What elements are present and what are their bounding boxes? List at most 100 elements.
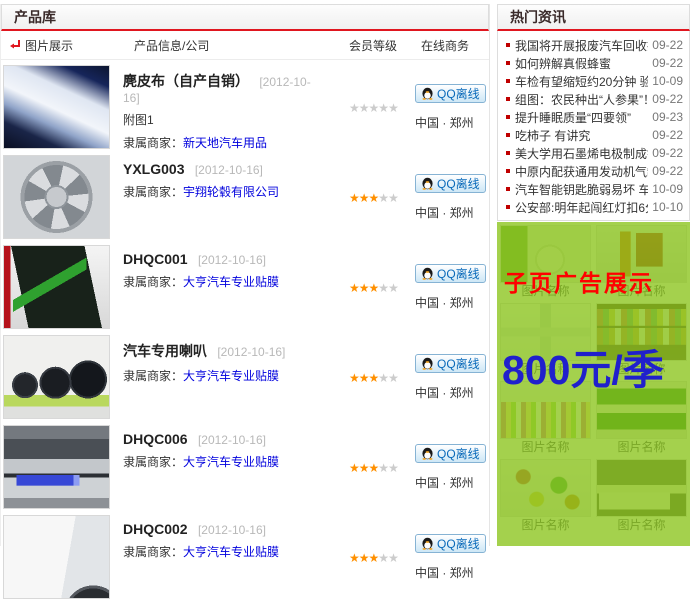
qq-penguin-icon xyxy=(421,357,434,370)
news-date: 09-22 xyxy=(652,128,683,142)
product-thumbnail[interactable] xyxy=(3,515,110,599)
product-location: 中国 · 郑州 xyxy=(415,294,474,311)
star-empty-icon: ★ xyxy=(378,461,388,475)
star-empty-icon: ★ xyxy=(378,191,388,205)
qq-button-label: QQ离线 xyxy=(437,355,480,372)
news-item: 吃柿子 有讲究 09-22 xyxy=(504,126,683,144)
product-thumbnail[interactable] xyxy=(3,245,110,329)
product-location: 中国 · 郑州 xyxy=(415,564,474,581)
qq-penguin-icon xyxy=(421,267,434,280)
column-header-image: 图片展示 xyxy=(25,37,73,54)
news-link[interactable]: 中原内配获通用发动机气缸套 xyxy=(515,163,648,180)
star-filled-icon: ★ xyxy=(369,551,379,565)
star-empty-icon: ★ xyxy=(378,371,388,385)
star-filled-icon: ★ xyxy=(369,461,379,475)
product-date: [2012-10-16] xyxy=(217,345,285,359)
qq-penguin-icon xyxy=(421,87,434,100)
star-filled-icon: ★ xyxy=(359,191,369,205)
merchant-label: 隶属商家： xyxy=(123,369,183,383)
news-link[interactable]: 提升睡眠质量“四要领” xyxy=(515,109,648,126)
news-date: 09-22 xyxy=(652,56,683,70)
star-filled-icon: ★ xyxy=(359,281,369,295)
news-date: 09-22 xyxy=(652,146,683,160)
member-level-stars: ★★★★★ xyxy=(319,65,397,150)
bullet-icon xyxy=(506,61,510,65)
qq-offline-button[interactable]: QQ离线 xyxy=(415,264,486,283)
qq-offline-button[interactable]: QQ离线 xyxy=(415,534,486,553)
news-link[interactable]: 我国将开展报废汽车回收拆解 xyxy=(515,37,648,54)
product-list: 麂皮布（自产自销） [2012-10-16] 附图1 隶属商家：新天地汽车用品 … xyxy=(1,60,489,600)
product-title: 汽车专用喇叭 xyxy=(123,343,207,359)
product-location: 中国 · 郑州 xyxy=(415,114,474,131)
product-location: 中国 · 郑州 xyxy=(415,474,474,491)
news-link[interactable]: 美大学用石墨烯电极制成锂电 xyxy=(515,145,648,162)
column-header-level: 会员等级 xyxy=(319,37,397,54)
product-thumbnail[interactable] xyxy=(3,65,110,149)
bullet-icon xyxy=(506,97,510,101)
bullet-icon xyxy=(506,151,510,155)
merchant-link[interactable]: 大亨汽车专业贴膜 xyxy=(183,545,279,559)
bullet-icon xyxy=(506,79,510,83)
merchant-link[interactable]: 新天地汽车用品 xyxy=(183,136,267,150)
product-date: [2012-10-16] xyxy=(198,433,266,447)
star-filled-icon: ★ xyxy=(359,461,369,475)
news-link[interactable]: 组图：农民种出“人参果”！ xyxy=(515,91,648,108)
qq-penguin-icon xyxy=(421,177,434,190)
star-filled-icon: ★ xyxy=(349,551,359,565)
bullet-icon xyxy=(506,133,510,137)
product-thumbnail[interactable] xyxy=(3,155,110,239)
news-link[interactable]: 如何辨解真假蜂蜜 xyxy=(515,55,648,72)
news-link[interactable]: 车检有望缩短约20分钟 验车将 xyxy=(515,73,648,90)
star-filled-icon: ★ xyxy=(359,551,369,565)
product-title: YXLG003 xyxy=(123,161,184,177)
product-row: DHQC001 [2012-10-16] 隶属商家：大亨汽车专业贴膜 ★★★★★ xyxy=(1,240,489,330)
merchant-link[interactable]: 宇翔轮毂有限公司 xyxy=(183,185,279,199)
news-link[interactable]: 公安部:明年起闯红灯扣6分 挡 xyxy=(515,199,648,216)
product-library-panel: 产品库 图片展示 产品信息/公司 会员等级 在线商务 麂皮布（自产自销） [20… xyxy=(0,4,490,546)
news-date: 09-23 xyxy=(652,110,683,124)
news-item: 组图：农民种出“人参果”！ 09-22 xyxy=(504,90,683,108)
product-row: YXLG003 [2012-10-16] 隶属商家：宇翔轮毂有限公司 ★★★★★ xyxy=(1,150,489,240)
hot-news-title: 热门资讯 xyxy=(497,4,690,31)
merchant-link[interactable]: 大亨汽车专业贴膜 xyxy=(183,275,279,289)
product-title: DHQC006 xyxy=(123,431,188,447)
news-link[interactable]: 汽车智能钥匙脆弱易坏 车主需 xyxy=(515,181,648,198)
bullet-icon xyxy=(506,169,510,173)
news-item: 如何辨解真假蜂蜜 09-22 xyxy=(504,54,683,72)
news-item: 美大学用石墨烯电极制成锂电 09-22 xyxy=(504,144,683,162)
product-library-title: 产品库 xyxy=(1,4,489,31)
merchant-link[interactable]: 大亨汽车专业贴膜 xyxy=(183,369,279,383)
star-filled-icon: ★ xyxy=(349,371,359,385)
news-date: 09-22 xyxy=(652,38,683,52)
star-filled-icon: ★ xyxy=(349,281,359,295)
merchant-label: 隶属商家： xyxy=(123,545,183,559)
merchant-link[interactable]: 大亨汽车专业贴膜 xyxy=(183,455,279,469)
news-link[interactable]: 吃柿子 有讲究 xyxy=(515,127,648,144)
member-level-stars: ★★★★★ xyxy=(319,425,397,510)
star-filled-icon: ★ xyxy=(349,191,359,205)
qq-offline-button[interactable]: QQ离线 xyxy=(415,444,486,463)
qq-offline-button[interactable]: QQ离线 xyxy=(415,174,486,193)
column-header-info: 产品信息/公司 xyxy=(110,37,319,54)
product-date: [2012-10-16] xyxy=(198,253,266,267)
product-row: DHQC006 [2012-10-16] 隶属商家：大亨汽车专业贴膜 ★★★★★ xyxy=(1,420,489,510)
qq-penguin-icon xyxy=(421,537,434,550)
news-item: 我国将开展报废汽车回收拆解 09-22 xyxy=(504,36,683,54)
member-level-stars: ★★★★★ xyxy=(319,155,397,240)
product-date: [2012-10-16] xyxy=(195,163,263,177)
star-empty-icon: ★ xyxy=(349,101,359,115)
merchant-label: 隶属商家： xyxy=(123,275,183,289)
news-item: 中原内配获通用发动机气缸套 09-22 xyxy=(504,162,683,180)
product-thumbnail[interactable] xyxy=(3,425,110,509)
star-filled-icon: ★ xyxy=(359,371,369,385)
ad-banner-headline: 子页广告展示 xyxy=(504,264,654,298)
qq-offline-button[interactable]: QQ离线 xyxy=(415,84,486,103)
product-attachment-note: 附图1 xyxy=(123,111,319,128)
merchant-label: 隶属商家： xyxy=(123,455,183,469)
product-row: DHQC002 [2012-10-16] 隶属商家：大亨汽车专业贴膜 ★★★★★ xyxy=(1,510,489,600)
product-title: 麂皮布（自产自销） xyxy=(123,73,249,89)
column-header-business: 在线商务 xyxy=(397,37,489,54)
member-level-stars: ★★★★★ xyxy=(319,335,397,420)
product-thumbnail[interactable] xyxy=(3,335,110,419)
qq-offline-button[interactable]: QQ离线 xyxy=(415,354,486,373)
